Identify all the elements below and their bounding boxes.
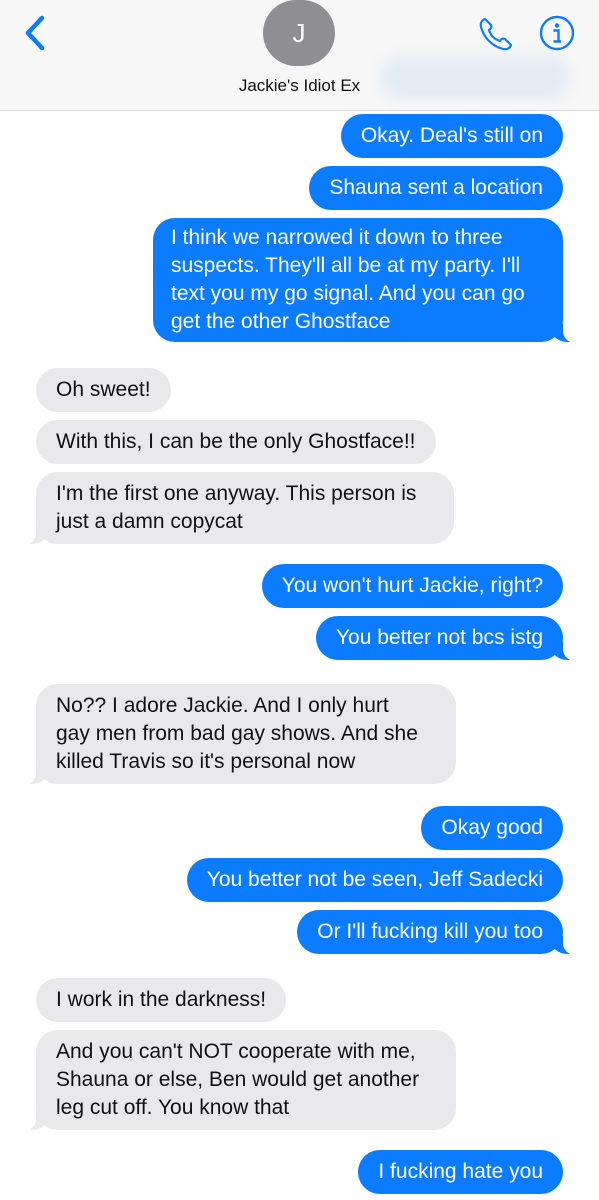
incoming-message[interactable]: I'm the first one anyway. This person is… — [18, 472, 454, 545]
message-text: I'm the first one anyway. This person is — [56, 482, 417, 505]
message-text: leg cut off. You know that — [56, 1096, 290, 1119]
conversation-header: J Jackie's Idiot Ex — [0, 0, 599, 111]
avatar[interactable]: J — [263, 0, 335, 66]
message-text: You better not be seen, Jeff Sadecki — [206, 868, 543, 891]
outgoing-message[interactable]: Shauna sent a location — [309, 166, 563, 210]
outgoing-message[interactable]: I fucking hate you — [358, 1150, 563, 1194]
message-text: I work in the darkness! — [56, 988, 267, 1011]
message-text: Shauna sent a location — [329, 176, 543, 199]
incoming-message[interactable]: And you can't NOT cooperate with me, Sha… — [18, 1030, 456, 1131]
message-text: text you my go signal. And you can go — [171, 282, 525, 305]
message-text: Okay good — [441, 816, 543, 839]
message-text: Oh sweet! — [56, 378, 151, 401]
message-text: You won't hurt Jackie, right? — [281, 574, 543, 597]
message-text: And you can't NOT cooperate with me, — [56, 1040, 416, 1063]
incoming-message[interactable]: Oh sweet! — [36, 368, 171, 412]
message-text: Okay. Deal's still on — [360, 124, 543, 147]
outgoing-message[interactable]: I think we narrowed it down to three sus… — [153, 218, 581, 343]
info-icon[interactable] — [538, 14, 576, 52]
chevron-left-icon[interactable] — [18, 12, 52, 54]
message-text: You better not bcs istg — [335, 626, 543, 649]
message-text: I fucking hate you — [378, 1160, 543, 1183]
message-text: With this, I can be the only Ghostface!! — [56, 430, 416, 453]
incoming-message[interactable]: I work in the darkness! — [36, 978, 287, 1022]
message-text: suspects. They'll all be at my party. I'… — [171, 254, 521, 277]
message-text: gay men from bad gay shows. And she — [56, 722, 418, 745]
message-text: No?? I adore Jackie. And I only hurt — [56, 694, 389, 717]
outgoing-message[interactable]: Okay. Deal's still on — [340, 114, 563, 158]
message-text: Or I'll fucking kill you too — [317, 920, 543, 943]
message-text: get the other Ghostface — [171, 310, 391, 333]
message-text: Shauna or else, Ben would get another — [56, 1068, 420, 1091]
outgoing-message[interactable]: Or I'll fucking kill you too — [297, 910, 581, 955]
message-text: just a damn copycat — [56, 510, 243, 533]
redacted-blur — [380, 56, 570, 100]
incoming-message[interactable]: With this, I can be the only Ghostface!! — [36, 420, 436, 464]
message-text: killed Travis so it's personal now — [56, 750, 356, 773]
outgoing-message[interactable]: You better not be seen, Jeff Sadecki — [186, 858, 563, 902]
message-text: I think we narrowed it down to three — [171, 226, 503, 249]
outgoing-message[interactable]: Okay good — [421, 806, 563, 850]
phone-icon[interactable] — [476, 14, 516, 54]
outgoing-message[interactable]: You better not bcs istg — [315, 616, 582, 661]
incoming-message[interactable]: No?? I adore Jackie. And I only hurt gay… — [18, 684, 456, 785]
outgoing-message[interactable]: You won't hurt Jackie, right? — [261, 564, 563, 608]
